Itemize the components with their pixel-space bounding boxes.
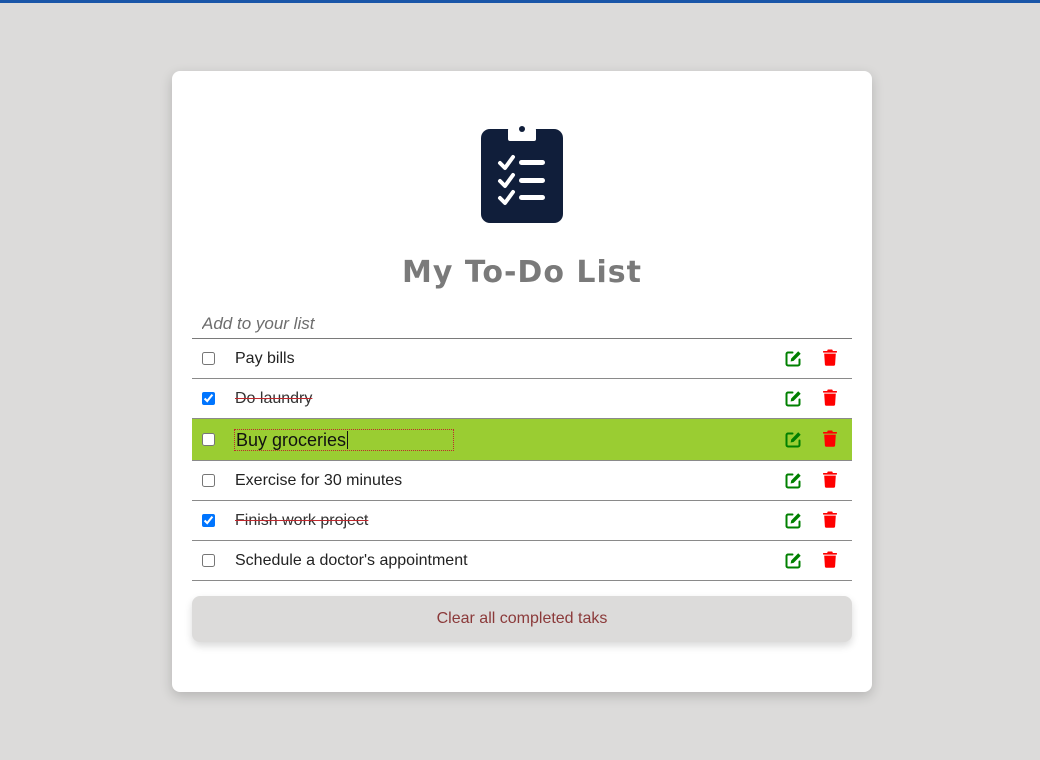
add-task-input[interactable] [192, 309, 852, 339]
pen-to-square-icon[interactable] [785, 390, 802, 407]
todo-checkbox[interactable] [202, 514, 215, 527]
pen-to-square-icon[interactable] [785, 512, 802, 529]
pen-to-square-icon[interactable] [785, 350, 802, 367]
todo-item: Pay bills [192, 339, 852, 379]
trash-can-icon[interactable] [822, 389, 838, 406]
todo-item: Schedule a doctor's appointment [192, 541, 852, 581]
todo-card: My To-Do List Pay bills Do laundry Buy gro… [172, 71, 872, 692]
trash-can-icon[interactable] [822, 511, 838, 528]
todo-item: Do laundry [192, 379, 852, 419]
todo-checkbox[interactable] [202, 554, 215, 567]
todo-item: Exercise for 30 minutes [192, 461, 852, 501]
pen-to-square-icon[interactable] [785, 552, 802, 569]
todo-text: Pay bills [235, 350, 295, 367]
todo-text: Do laundry [235, 390, 313, 407]
todo-text: Exercise for 30 minutes [235, 472, 403, 489]
trash-can-icon[interactable] [822, 471, 838, 488]
todo-checkbox[interactable] [202, 392, 215, 405]
pen-to-square-icon[interactable] [785, 472, 802, 489]
todo-text: Finish work project [235, 512, 369, 529]
todo-item: Finish work project [192, 501, 852, 541]
trash-can-icon[interactable] [822, 349, 838, 366]
clipboard-list-icon [481, 122, 563, 223]
todo-edit-text: Buy groceries [236, 430, 347, 450]
clear-completed-button[interactable]: Clear all completed taks [192, 596, 852, 642]
todo-checkbox[interactable] [202, 352, 215, 365]
trash-can-icon[interactable] [822, 551, 838, 568]
text-caret [347, 431, 349, 449]
todo-list: Pay bills Do laundry Buy groceries Exercise… [192, 339, 852, 581]
todo-checkbox[interactable] [202, 474, 215, 487]
todo-text: Schedule a doctor's appointment [235, 552, 468, 569]
todo-item: Buy groceries [192, 419, 852, 461]
trash-can-icon[interactable] [822, 430, 838, 447]
page-title: My To-Do List [402, 255, 642, 290]
window-top-border [0, 0, 1040, 3]
todo-checkbox[interactable] [202, 433, 215, 446]
todo-edit-field[interactable]: Buy groceries [234, 429, 454, 451]
pen-to-square-icon[interactable] [785, 431, 802, 448]
